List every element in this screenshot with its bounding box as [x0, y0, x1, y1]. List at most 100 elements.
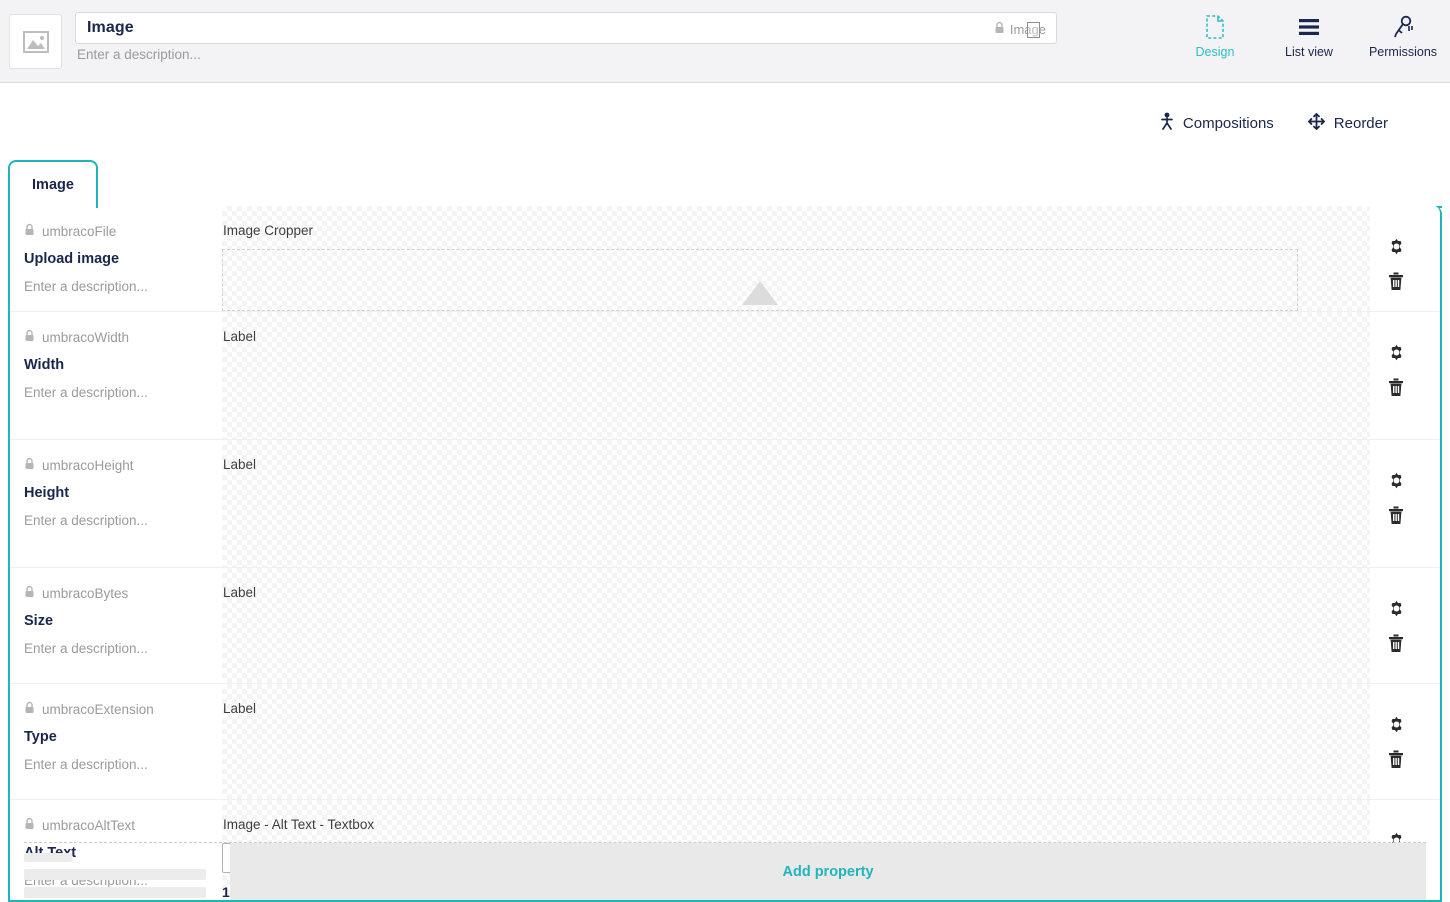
lock-icon — [24, 457, 35, 473]
trash-icon[interactable] — [1383, 630, 1409, 656]
property-editor-preview: Image Cropper — [222, 206, 1370, 311]
tab-list-view-label: List view — [1285, 45, 1333, 59]
property-meta: umbracoBytes Size Enter a description... — [10, 568, 222, 683]
property-actions — [1370, 312, 1440, 439]
property-editor-name: Label — [222, 585, 1370, 600]
property-alias-text: umbracoAltText — [42, 818, 135, 833]
property-alias: umbracoHeight — [24, 457, 208, 473]
gear-icon[interactable] — [1383, 340, 1409, 366]
add-property-label: Add property — [782, 864, 873, 880]
permissions-key-icon — [1392, 14, 1414, 40]
compositions-button[interactable]: Compositions — [1160, 112, 1274, 134]
lock-icon — [24, 585, 35, 601]
property-alias: umbracoExtension — [24, 701, 208, 717]
property-alias-text: umbracoHeight — [42, 458, 134, 473]
tab-image-label: Image — [32, 177, 74, 193]
property-row: umbracoBytes Size Enter a description... La… — [10, 568, 1440, 684]
property-row: umbracoExtension Type Enter a description.… — [10, 684, 1440, 800]
property-alias: umbracoWidth — [24, 329, 208, 345]
trash-icon[interactable] — [1383, 746, 1409, 772]
property-description-input[interactable]: Enter a description... — [24, 385, 208, 400]
tab-permissions-label: Permissions — [1369, 45, 1437, 59]
property-row: umbracoFile Upload image Enter a descripti… — [10, 206, 1440, 312]
property-editor-name: Image - Alt Text - Textbox — [222, 817, 1370, 832]
editor-header: Image Image Enter a description... Desig… — [0, 0, 1450, 83]
property-editor-body — [222, 249, 1298, 311]
property-row: umbracoHeight Height Enter a description..… — [10, 440, 1440, 568]
property-alias-text: umbracoWidth — [42, 330, 129, 345]
trash-icon[interactable] — [1383, 502, 1409, 528]
lock-icon — [24, 817, 35, 833]
property-editor-preview: Label — [222, 312, 1370, 439]
label-editor-preview — [222, 611, 1298, 683]
skeleton-bar — [24, 887, 206, 898]
property-label[interactable]: Height — [24, 485, 208, 501]
label-editor-preview — [222, 483, 1298, 567]
property-list: umbracoFile Upload image Enter a descripti… — [10, 206, 1440, 902]
move-cross-icon — [1308, 113, 1325, 134]
property-meta: umbracoExtension Type Enter a description.… — [10, 684, 222, 799]
image-dropzone[interactable] — [222, 249, 1298, 311]
add-property-button[interactable]: Add property — [230, 843, 1426, 900]
tab-list-view[interactable]: List view — [1274, 14, 1344, 59]
property-description-input[interactable]: Enter a description... — [24, 641, 208, 656]
property-label[interactable]: Width — [24, 357, 208, 373]
compositions-icon — [1160, 112, 1174, 134]
content-type-thumbnail — [9, 14, 62, 69]
document-dashed-icon — [1205, 14, 1225, 40]
tab-permissions[interactable]: Permissions — [1368, 14, 1438, 59]
property-actions — [1370, 684, 1440, 799]
property-label[interactable]: Upload image — [24, 251, 208, 267]
property-actions — [1370, 206, 1440, 311]
content-type-name-input[interactable]: Image Image — [75, 12, 1057, 44]
property-editor-name: Image Cropper — [222, 223, 1370, 238]
property-editor-preview: Label — [222, 440, 1370, 567]
gear-icon[interactable] — [1383, 468, 1409, 494]
property-label[interactable]: Size — [24, 613, 208, 629]
property-description-input[interactable]: Enter a description... — [24, 279, 208, 294]
document-type-toolbar: Compositions Reorder — [0, 83, 1450, 161]
tab-design[interactable]: Design — [1180, 14, 1250, 59]
lock-icon — [24, 701, 35, 717]
property-editor-name: Label — [222, 329, 1370, 344]
property-editor-name: Label — [222, 701, 1370, 716]
property-row: umbracoWidth Width Enter a description... L… — [10, 312, 1440, 440]
header-action-group: Design List view — [1180, 14, 1438, 59]
property-editor-body — [222, 611, 1298, 683]
gear-icon[interactable] — [1383, 234, 1409, 260]
label-editor-preview — [222, 355, 1298, 439]
property-editor-body — [222, 483, 1298, 567]
property-alias-text: umbracoFile — [42, 224, 116, 239]
tab-image[interactable]: Image — [8, 160, 98, 208]
property-editor-preview: Label — [222, 684, 1370, 799]
skeleton-bar — [24, 853, 72, 862]
property-editor-body — [222, 727, 1298, 799]
trash-icon[interactable] — [1383, 268, 1409, 294]
property-alias: umbracoFile — [24, 223, 208, 239]
property-meta: umbracoHeight Height Enter a description..… — [10, 440, 222, 567]
reorder-label: Reorder — [1334, 115, 1388, 132]
property-editor-body — [222, 355, 1298, 439]
skeleton-placeholder — [24, 843, 222, 900]
property-label[interactable]: Type — [24, 729, 208, 745]
property-description-input[interactable]: Enter a description... — [24, 513, 208, 528]
content-type-name-value: Image — [87, 19, 134, 37]
property-editor-preview: Label — [222, 568, 1370, 683]
property-alias: umbracoBytes — [24, 585, 208, 601]
tab-design-label: Design — [1196, 45, 1235, 59]
text-cursor-indicator — [1027, 22, 1040, 38]
property-description-input[interactable]: Enter a description... — [24, 757, 208, 772]
picture-icon — [23, 31, 49, 53]
skeleton-bar — [24, 869, 206, 880]
lock-icon — [24, 223, 35, 239]
gear-icon[interactable] — [1383, 596, 1409, 622]
property-actions — [1370, 440, 1440, 567]
property-alias-text: umbracoExtension — [42, 702, 154, 717]
reorder-button[interactable]: Reorder — [1308, 113, 1388, 134]
tab-strip: Image — [8, 160, 1442, 208]
property-alias: umbracoAltText — [24, 817, 208, 833]
property-meta: umbracoFile Upload image Enter a descripti… — [10, 206, 222, 311]
gear-icon[interactable] — [1383, 712, 1409, 738]
trash-icon[interactable] — [1383, 374, 1409, 400]
content-type-description-input[interactable]: Enter a description... — [77, 47, 201, 62]
